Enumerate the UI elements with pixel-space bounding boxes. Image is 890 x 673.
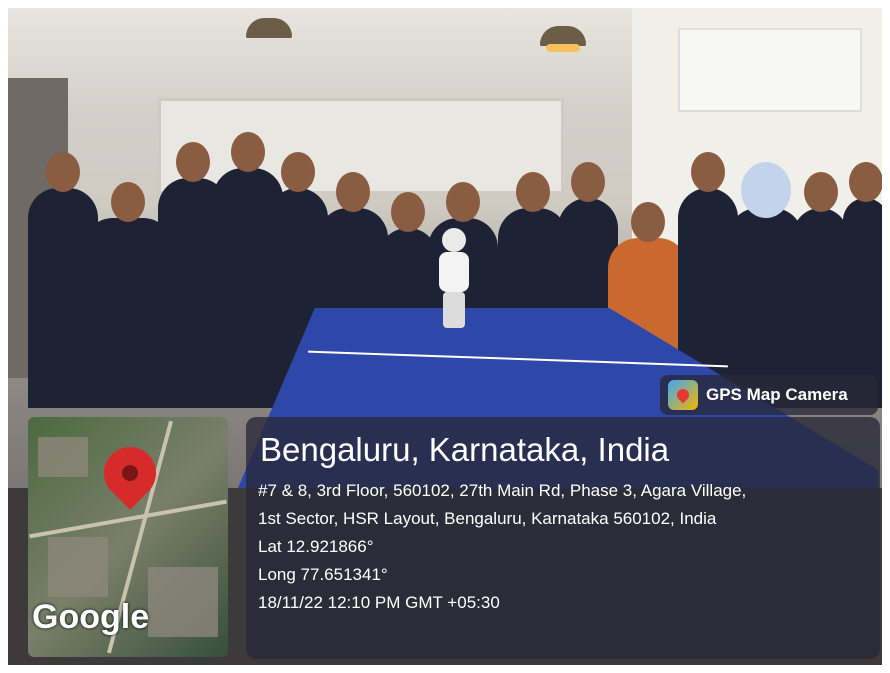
longitude: Long 77.651341° — [258, 565, 388, 584]
datetime: 18/11/22 12:10 PM GMT +05:30 — [258, 593, 500, 612]
location-title: Bengaluru, Karnataka, India — [260, 431, 670, 468]
photo-frame: Google GPS Map Camera Bengaluru, Karnata… — [0, 0, 890, 673]
humanoid-robot — [433, 228, 475, 328]
map-pin-icon — [93, 436, 167, 510]
location-info-panel: Bengaluru, Karnataka, India #7 & 8, 3rd … — [246, 417, 880, 659]
ac-unit — [678, 28, 862, 112]
gps-map-camera-icon — [668, 380, 698, 410]
gps-map-camera-badge: GPS Map Camera — [660, 375, 878, 415]
address-line-2: 1st Sector, HSR Layout, Bengaluru, Karna… — [258, 509, 717, 528]
location-details: #7 & 8, 3rd Floor, 560102, 27th Main Rd,… — [258, 477, 878, 617]
address-line-1: #7 & 8, 3rd Floor, 560102, 27th Main Rd,… — [258, 481, 747, 500]
map-thumbnail: Google — [28, 417, 228, 657]
latitude: Lat 12.921866° — [258, 537, 374, 556]
map-attribution: Google — [32, 598, 150, 636]
badge-label: GPS Map Camera — [706, 385, 848, 404]
